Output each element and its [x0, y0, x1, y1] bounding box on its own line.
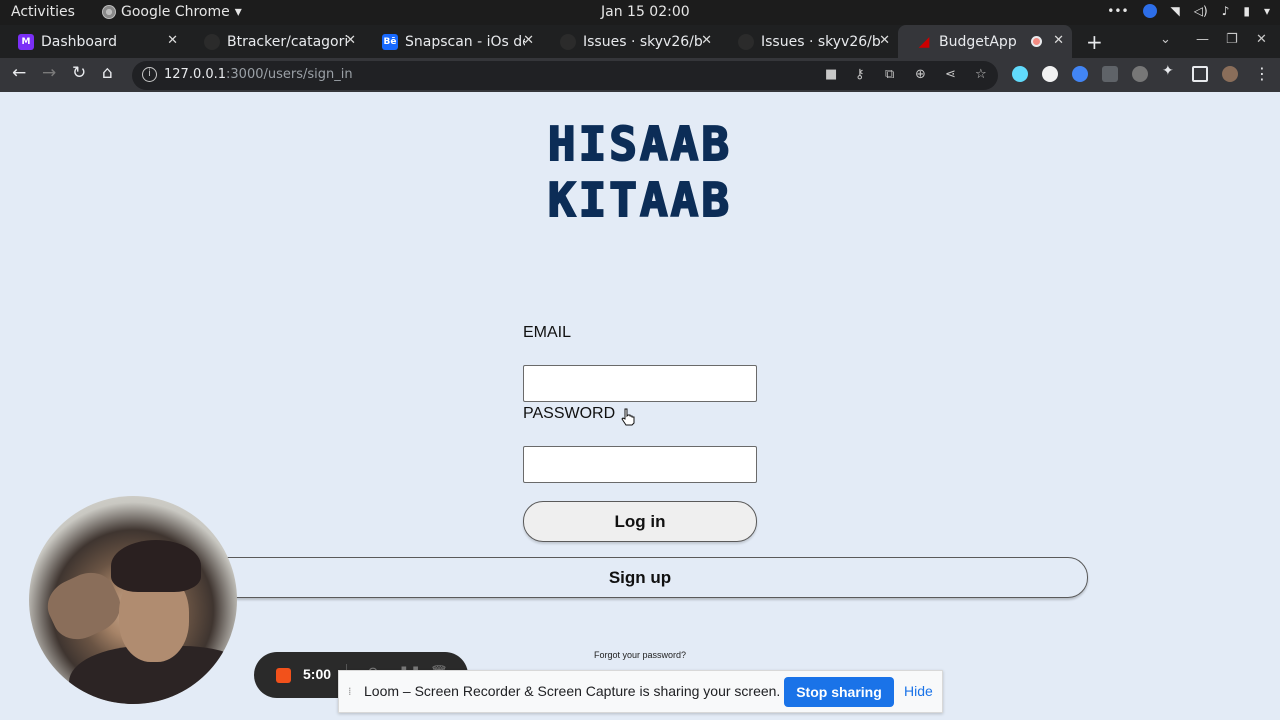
close-icon[interactable]: ✕: [879, 33, 890, 48]
password-label: PASSWORD: [523, 405, 616, 422]
system-tray[interactable]: ••• ◥ ◁) ♪ ▮ ▾: [1107, 4, 1270, 18]
github-icon: [204, 33, 220, 50]
tab-title: Issues · skyv26/bu: [761, 33, 881, 50]
extension-icon[interactable]: [1042, 66, 1058, 82]
zoom-icon[interactable]: ⊕: [915, 67, 926, 82]
email-field[interactable]: [523, 365, 757, 402]
kebab-menu-icon[interactable]: ⋮: [1254, 64, 1270, 83]
camera-icon[interactable]: ■: [825, 67, 837, 82]
share-icon[interactable]: ⋖: [945, 67, 956, 82]
google-extension-icon[interactable]: [1072, 66, 1088, 82]
behance-icon: Bē: [382, 33, 398, 50]
logo-line-2: KITAAB: [547, 172, 733, 228]
browser-toolbar: ← → ↻ ⌂ i 127.0.0.1:3000/users/sign_in ■…: [0, 58, 1280, 92]
tab-title: Snapscan - iOs des: [405, 33, 525, 50]
app-name: Google Chrome: [121, 4, 230, 20]
tab-title: Issues · skyv26/bu: [583, 33, 703, 50]
screen-share-indicator-icon[interactable]: [1142, 4, 1157, 18]
dashboard-icon: M: [18, 33, 34, 50]
power-menu-chevron-icon[interactable]: ▾: [1264, 4, 1270, 18]
tab-title: Dashboard: [41, 33, 117, 50]
tab-budgetapp[interactable]: ◢ BudgetApp ✕: [898, 25, 1072, 58]
puzzle-icon[interactable]: ✦: [1162, 63, 1178, 79]
password-field[interactable]: [523, 446, 757, 483]
tab-btracker[interactable]: Btracker/catagories ✕: [186, 25, 364, 58]
login-button[interactable]: Log in: [523, 501, 757, 542]
tab-issues-2[interactable]: Issues · skyv26/bu ✕: [720, 25, 898, 58]
drag-handle-icon[interactable]: ⁞: [348, 685, 352, 698]
close-icon[interactable]: ✕: [1053, 33, 1064, 48]
volume-icon[interactable]: ◁): [1194, 4, 1208, 18]
window-close-icon[interactable]: ✕: [1256, 32, 1267, 47]
close-icon[interactable]: ✕: [167, 33, 178, 48]
close-icon[interactable]: ✕: [345, 33, 356, 48]
tab-snapscan[interactable]: Bē Snapscan - iOs des ✕: [364, 25, 542, 58]
chrome-icon: [102, 5, 116, 19]
wifi-icon[interactable]: ◥: [1171, 4, 1180, 18]
signup-button[interactable]: Sign up: [192, 557, 1088, 598]
logo-line-1: HISAAB: [547, 116, 733, 172]
github-icon: [738, 33, 754, 50]
system-top-bar: Activities Google Chrome ▾ Jan 15 02:00 …: [0, 0, 1280, 25]
react-devtools-icon[interactable]: [1012, 66, 1028, 82]
new-tab-button[interactable]: +: [1086, 30, 1103, 54]
tab-issues-1[interactable]: Issues · skyv26/bu ✕: [542, 25, 720, 58]
clock[interactable]: Jan 15 02:00: [601, 4, 690, 20]
hand-cursor-icon: [621, 408, 635, 426]
cast-extension-icon[interactable]: [1102, 66, 1118, 82]
close-icon[interactable]: ✕: [523, 33, 534, 48]
tab-strip: M Dashboard ✕ Btracker/catagories ✕ Bē S…: [0, 25, 1280, 58]
more-icon[interactable]: •••: [1107, 4, 1128, 18]
tab-title: Btracker/catagories: [227, 33, 347, 50]
close-icon[interactable]: ✕: [701, 33, 712, 48]
rails-icon: ◢: [918, 33, 930, 50]
chevron-down-icon: ▾: [234, 4, 242, 20]
loom-extension-icon[interactable]: [1132, 66, 1148, 82]
address-bar[interactable]: i 127.0.0.1:3000/users/sign_in ■ ⚷ ⧉ ⊕ ⋖…: [132, 61, 998, 90]
battery-icon[interactable]: ▮: [1243, 4, 1250, 18]
microphone-icon[interactable]: ♪: [1222, 4, 1230, 18]
forward-arrow-icon[interactable]: →: [42, 63, 56, 83]
hide-button[interactable]: Hide: [904, 683, 933, 699]
recording-timer: 5:00: [303, 666, 332, 682]
url-text[interactable]: 127.0.0.1:3000/users/sign_in: [164, 67, 353, 82]
screen-sharing-bar: ⁞ Loom – Screen Recorder & Screen Captur…: [338, 670, 943, 713]
open-in-icon[interactable]: ⧉: [885, 67, 894, 82]
webcam-bubble[interactable]: [29, 496, 237, 704]
email-label: EMAIL: [523, 324, 572, 341]
side-panel-icon[interactable]: [1192, 66, 1208, 82]
tab-search-chevron-icon[interactable]: ⌄: [1160, 32, 1171, 47]
github-icon: [560, 33, 576, 50]
site-info-icon[interactable]: i: [142, 67, 157, 82]
tab-dashboard[interactable]: M Dashboard ✕: [0, 25, 186, 58]
home-icon[interactable]: ⌂: [102, 63, 113, 83]
activities-button[interactable]: Activities: [11, 4, 75, 20]
stop-recording-icon[interactable]: [276, 668, 291, 683]
maximize-icon[interactable]: ❐: [1226, 32, 1238, 47]
bookmark-star-icon[interactable]: ☆: [975, 67, 987, 82]
tab-title: BudgetApp: [939, 33, 1017, 50]
app-menu[interactable]: Google Chrome ▾: [102, 4, 242, 20]
avatar[interactable]: [1222, 66, 1238, 82]
minimize-icon[interactable]: —: [1196, 32, 1209, 47]
back-arrow-icon[interactable]: ←: [12, 63, 26, 83]
recording-icon: [1031, 36, 1042, 47]
sharing-message: Loom – Screen Recorder & Screen Capture …: [364, 683, 781, 699]
stop-sharing-button[interactable]: Stop sharing: [784, 677, 894, 707]
key-icon[interactable]: ⚷: [855, 67, 865, 82]
reload-icon[interactable]: ↻: [72, 63, 86, 83]
